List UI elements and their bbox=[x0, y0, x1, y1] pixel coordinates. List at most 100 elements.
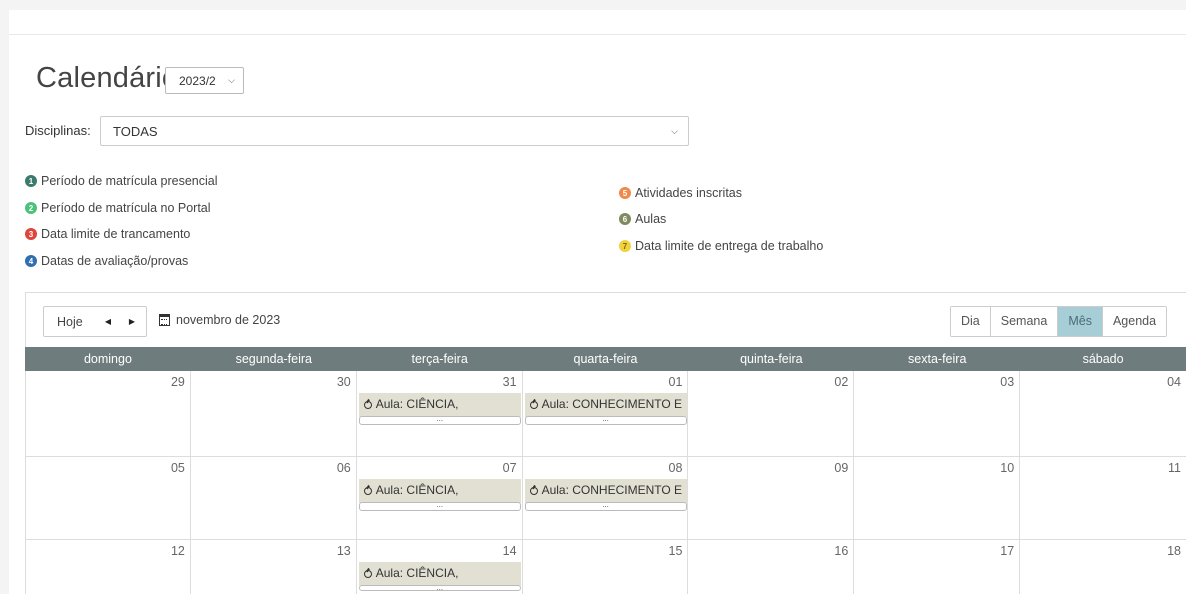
calendar-day[interactable]: 16 bbox=[688, 540, 855, 594]
calendar-day[interactable]: 14 Aula: CIÊNCIA, ... bbox=[357, 540, 523, 594]
legend-item-1: 1 Período de matrícula presencial bbox=[25, 174, 217, 188]
day-number: 12 bbox=[170, 544, 185, 558]
more-events-button[interactable]: ... bbox=[524, 501, 687, 511]
day-number: 18 bbox=[1167, 544, 1182, 558]
legend-item-7: 7 Data limite de entrega de trabalho bbox=[619, 239, 823, 253]
today-button[interactable]: Hoje bbox=[44, 315, 96, 329]
calendar-day[interactable]: 15 bbox=[523, 540, 689, 594]
view-week-button[interactable]: Semana bbox=[990, 307, 1059, 336]
weekday-sat: sábado bbox=[1082, 352, 1124, 366]
calendar-day[interactable]: 29 bbox=[25, 371, 191, 456]
calendar-day[interactable]: 31 Aula: CIÊNCIA, ... bbox=[357, 371, 523, 456]
calendar-day[interactable]: 07 Aula: CIÊNCIA, ... bbox=[357, 457, 523, 539]
legend-text-4: Datas de avaliação/provas bbox=[41, 254, 189, 268]
view-month-button[interactable]: Mês bbox=[1058, 307, 1103, 336]
more-events-button[interactable]: ... bbox=[358, 501, 521, 511]
calendar-day[interactable]: 03 bbox=[854, 371, 1021, 456]
day-number: 30 bbox=[336, 375, 351, 389]
day-number: 11 bbox=[1168, 461, 1182, 475]
day-number: 05 bbox=[170, 461, 185, 475]
view-agenda-button[interactable]: Agenda bbox=[1102, 307, 1167, 336]
calendar-day[interactable]: 10 bbox=[854, 457, 1021, 539]
next-arrow-icon[interactable]: ▶ bbox=[120, 317, 144, 326]
calendar-day[interactable]: 13 bbox=[191, 540, 357, 594]
chevron-down-icon: ⌵ bbox=[228, 75, 235, 85]
day-number: 10 bbox=[1000, 461, 1015, 475]
disciplinas-select[interactable]: TODAS ⌵ bbox=[100, 116, 689, 146]
event-title: Aula: CONHECIMENTO E bbox=[541, 483, 683, 497]
legend-item-3: 3 Data limite de trancamento bbox=[25, 227, 190, 241]
day-number: 03 bbox=[1000, 375, 1015, 389]
calendar-day[interactable]: 17 bbox=[854, 540, 1021, 594]
weekday-sun: domingo bbox=[83, 352, 132, 366]
legend-badge-5: 5 bbox=[619, 187, 631, 199]
calendar-day[interactable]: 01 Aula: CONHECIMENTO E ... bbox=[523, 371, 689, 456]
more-events-button[interactable]: ... bbox=[524, 415, 687, 425]
legend-badge-4: 4 bbox=[25, 255, 37, 267]
day-number: 16 bbox=[834, 544, 849, 558]
calendar-day[interactable]: 11 bbox=[1020, 457, 1186, 539]
calendar-day[interactable]: 04 bbox=[1020, 371, 1186, 456]
day-number: 29 bbox=[170, 375, 185, 389]
legend-text-1: Período de matrícula presencial bbox=[41, 174, 218, 188]
day-number: 01 bbox=[668, 375, 683, 389]
day-number: 06 bbox=[336, 461, 351, 475]
calendar-week-2: 05 06 07 Aula: CIÊNCIA, ... 08 Aula: CON… bbox=[25, 457, 1186, 540]
legend-badge-1: 1 bbox=[25, 175, 37, 187]
weekday-tue: terça-feira bbox=[411, 352, 468, 366]
clock-icon bbox=[529, 487, 538, 495]
calendar-day[interactable]: 18 bbox=[1020, 540, 1186, 594]
legend-item-4: 4 Datas de avaliação/provas bbox=[25, 254, 188, 268]
clock-icon bbox=[363, 487, 372, 495]
current-month: novembro de 2023 bbox=[159, 313, 280, 327]
event-title: Aula: CIÊNCIA, bbox=[375, 397, 459, 411]
calendar-day[interactable]: 30 bbox=[191, 371, 357, 456]
legend-badge-6: 6 bbox=[619, 213, 631, 225]
day-number: 13 bbox=[336, 544, 351, 558]
day-number: 31 bbox=[502, 375, 517, 389]
calendar-day[interactable]: 06 bbox=[191, 457, 357, 539]
weekday-thu: quinta-feira bbox=[740, 352, 803, 366]
day-number: 02 bbox=[834, 375, 849, 389]
weekday-mon: segunda-feira bbox=[235, 352, 313, 366]
calendar-icon bbox=[159, 314, 170, 326]
clock-icon bbox=[363, 401, 372, 409]
view-switcher: Dia Semana Mês Agenda bbox=[950, 306, 1168, 337]
day-number: 04 bbox=[1167, 375, 1182, 389]
prev-arrow-icon[interactable]: ◀ bbox=[96, 317, 120, 326]
calendar-day[interactable]: 12 bbox=[25, 540, 191, 594]
weekday-header: domingo segunda-feira terça-feira quarta… bbox=[25, 347, 1186, 371]
panel-divider bbox=[9, 34, 1186, 35]
calendar-week-3: 12 13 14 Aula: CIÊNCIA, ... 15 16 17 18 bbox=[25, 540, 1186, 594]
event-title: Aula: CIÊNCIA, bbox=[375, 566, 459, 580]
top-bar bbox=[0, 0, 1186, 10]
legend-text-6: Aulas bbox=[635, 212, 667, 226]
disciplinas-value: TODAS bbox=[113, 124, 158, 139]
legend-item-2: 2 Período de matrícula no Portal bbox=[25, 201, 211, 215]
view-day-button[interactable]: Dia bbox=[951, 307, 991, 336]
weekday-wed: quarta-feira bbox=[573, 352, 638, 366]
legend-text-5: Atividades inscritas bbox=[635, 186, 742, 200]
day-number: 14 bbox=[502, 544, 517, 558]
more-events-button[interactable]: ... bbox=[358, 415, 521, 425]
clock-icon bbox=[529, 401, 538, 409]
legend-text-2: Período de matrícula no Portal bbox=[41, 201, 211, 215]
more-events-button[interactable]: ... bbox=[358, 584, 521, 592]
page-title: Calendário: bbox=[36, 62, 187, 94]
day-number: 15 bbox=[668, 544, 683, 558]
event-title: Aula: CIÊNCIA, bbox=[375, 483, 459, 497]
calendar-day[interactable]: 05 bbox=[25, 457, 191, 539]
current-month-label: novembro de 2023 bbox=[176, 313, 281, 327]
legend-badge-3: 3 bbox=[25, 228, 37, 240]
chevron-down-icon: ⌵ bbox=[671, 126, 678, 136]
calendar-day[interactable]: 02 bbox=[688, 371, 855, 456]
calendar-day[interactable]: 08 Aula: CONHECIMENTO E ... bbox=[523, 457, 689, 539]
day-number: 07 bbox=[502, 461, 517, 475]
day-number: 08 bbox=[668, 461, 683, 475]
disciplinas-label: Disciplinas: bbox=[25, 123, 91, 138]
semester-select[interactable]: 2023/2 ⌵ bbox=[165, 67, 244, 94]
day-number: 17 bbox=[1000, 544, 1015, 558]
clock-icon bbox=[363, 570, 372, 578]
calendar-day[interactable]: 09 bbox=[688, 457, 855, 539]
legend-text-3: Data limite de trancamento bbox=[41, 227, 191, 241]
